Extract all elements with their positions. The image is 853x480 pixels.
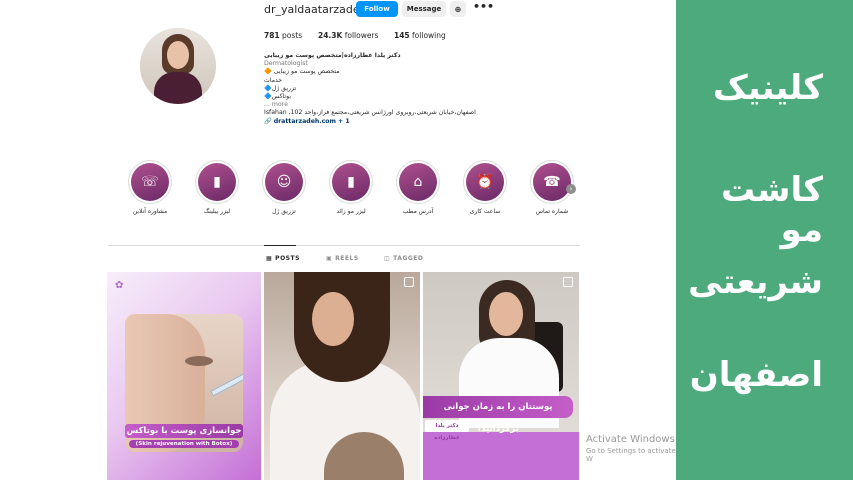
post-banner: پوستتان را به زمان جوانی برگردانید! [423,396,573,434]
posts-stat: 781 posts [264,31,303,40]
grid-icon: ▦ [266,255,273,262]
avatar[interactable] [140,28,216,104]
highlight-hair-laser[interactable]: ▮ لیزر مو زائد [323,160,379,215]
active-tab-indicator [264,245,296,246]
post-subtitle: (Skin rejuvenation with Botox) [129,440,239,448]
profile-username: dr_yaldaatarzadeh [264,3,367,16]
side-banner: کلینیک کاشت مو شریعتی اصفهان [676,0,853,480]
bio-line: خدمات [264,76,283,84]
post-tile[interactable] [264,272,420,480]
side-banner-line: اصفهان [689,355,823,395]
highlights-next-button[interactable]: › [566,184,576,194]
side-banner-line: شریعتی [688,262,823,302]
reel-icon [563,277,573,287]
follow-button[interactable]: Follow [356,1,398,17]
contact-icon: ☎ [543,174,561,190]
laser-device-icon: ▮ [213,174,221,190]
highlight-laser-billing[interactable]: ▮ لیزر بیلینگ [189,160,245,215]
reel-icon [404,277,414,287]
post-banner-sub: دکتر یلدا عطارزاده [425,420,469,441]
bio-address: اصفهان،خیابان شریعتی،روبروی اورژانس شریع… [264,109,476,117]
link-icon: 🔗 [264,117,272,125]
more-options-icon[interactable]: ••• [473,0,494,13]
location-icon: ⌂ [413,174,423,190]
face-injection-icon: ☺ [276,174,292,190]
highlight-hours[interactable]: ⏰ ساعت کاری [457,160,513,215]
tabs-divider [108,245,580,246]
highlight-online-consult[interactable]: ☏ مشاوره آنلاین [122,160,178,215]
clock-icon: ⏰ [476,174,494,190]
post-tile[interactable]: ✿ جوانسازی پوست با بوتاکس (Skin rejuvena… [107,272,261,480]
tagged-icon: ◫ [384,255,391,262]
bio-name: دکتر یلدا عطارزاده|متخصص پوست مو زیبایی [264,52,401,59]
chevron-right-icon: › [569,185,573,193]
highlight-gel-injection[interactable]: ☺ تزریق ژل [256,160,312,215]
story-highlights: ☎ شماره تماس ⏰ ساعت کاری ⌂ آدرس مطب ▮ لی… [120,160,590,220]
bio-more-link[interactable]: ... more [264,101,524,109]
activate-windows-sub: Go to Settings to activate W [586,447,676,463]
tab-reels[interactable]: ▣ REELS [326,255,359,262]
bio-line: بوتاکس🔷 [264,93,292,101]
post-tile[interactable]: پوستتان را به زمان جوانی برگردانید! دکتر… [423,272,579,480]
instagram-profile-page: dr_yaldaatarzadeh Follow Message ⊕ ••• 7… [0,0,676,480]
following-stat[interactable]: 145 following [394,31,446,40]
laser-device-icon: ▮ [347,174,355,190]
post-title: جوانسازی پوست با بوتاکس [125,424,243,438]
tab-posts[interactable]: ▦ POSTS [266,255,300,262]
followers-stat[interactable]: 24.3K followers [318,31,378,40]
tab-tagged[interactable]: ◫ TAGGED [384,255,423,262]
bio-line: متخصص پوست مو زیبایی 🔶 [264,68,340,76]
suggest-user-button[interactable]: ⊕ [450,1,466,17]
consult-icon: ☏ [141,174,159,190]
highlight-address[interactable]: ⌂ آدرس مطب [390,160,446,215]
bio-line: تزریق ژل🔷 [264,84,297,92]
reels-icon: ▣ [326,255,333,262]
side-banner-line: کلینیک [712,68,823,108]
message-button[interactable]: Message [402,1,446,17]
bio-website[interactable]: 🔗 drattarzadeh.com + 1 [264,118,524,126]
side-banner-line: کاشت مو [721,170,823,250]
clinic-logo-icon: ✿ [115,280,124,291]
add-user-icon: ⊕ [454,4,462,14]
activate-windows-watermark: Activate Windows [586,434,675,445]
profile-bio: دکتر یلدا عطارزاده|متخصص پوست مو زیبایی … [264,52,524,126]
